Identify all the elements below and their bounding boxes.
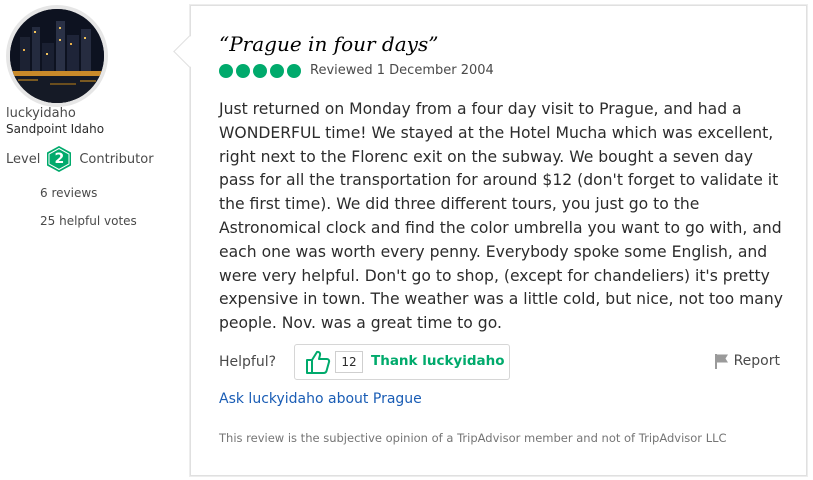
level-number: 2	[54, 151, 65, 167]
avatar-frame[interactable]	[6, 5, 108, 107]
reviewed-date: Reviewed 1 December 2004	[310, 63, 494, 78]
avatar[interactable]	[10, 9, 104, 103]
level-label: Level	[6, 151, 41, 167]
flag-icon	[714, 354, 728, 369]
report-label: Report	[733, 353, 780, 369]
level-badge-icon: 2	[46, 145, 72, 173]
rating-bubble	[287, 63, 301, 78]
helpful-label: Helpful?	[219, 354, 277, 370]
thumbs-up-icon	[305, 350, 331, 378]
level-title: Contributor	[79, 151, 154, 167]
rating-bubble	[236, 63, 250, 78]
rating-bubble	[253, 63, 267, 78]
review-body: Just returned on Monday from a four day …	[219, 100, 783, 333]
reviews-count: 6 reviews	[40, 186, 98, 200]
helpful-count: 12	[335, 351, 363, 373]
thank-label: Thank luckyidaho	[371, 353, 505, 369]
rating-bubble	[219, 63, 233, 78]
reviewer-location: Sandpoint Idaho	[6, 122, 105, 136]
review-container: luckyidaho Sandpoint Idaho Level 2 Contr…	[0, 0, 813, 480]
report-button[interactable]: Report	[714, 353, 780, 369]
ask-reviewer-link[interactable]: Ask luckyidaho about Prague	[219, 391, 422, 407]
avatar-city-night-image	[10, 9, 104, 103]
rating-bubble	[270, 63, 284, 78]
reviewer-level: Level 2 Contributor	[6, 146, 154, 172]
review-title[interactable]: “Prague in four days”	[219, 32, 438, 56]
rating-row: Reviewed 1 December 2004	[219, 63, 494, 78]
helpful-votes-count: 25 helpful votes	[40, 214, 137, 228]
reviewer-username[interactable]: luckyidaho	[6, 106, 76, 121]
helpful-row: Helpful? 12 Thank luckyidaho Report	[219, 344, 784, 380]
rating-bubbles	[219, 63, 304, 78]
review-disclaimer: This review is the subjective opinion of…	[219, 431, 727, 445]
thank-button[interactable]: 12 Thank luckyidaho	[294, 344, 510, 380]
